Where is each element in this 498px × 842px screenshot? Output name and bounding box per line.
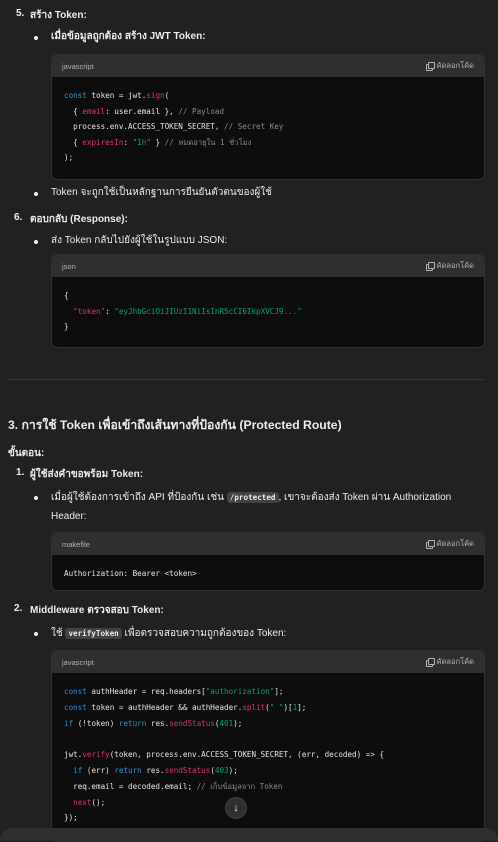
copy-icon [425,62,435,71]
code-block: javascript คัดลอกโค้ด const token = jwt.… [51,54,485,180]
code-language-label: javascript [62,657,94,667]
copy-code-button[interactable]: คัดลอกโค้ด [425,656,474,668]
code-block: json คัดลอกโค้ด { "token": "eyJhbGciOiJI… [51,254,485,348]
copy-icon [425,540,435,549]
code-block: makefile คัดลอกโค้ด Authorization: Beare… [51,532,485,591]
code-language-label: json [62,261,76,271]
code-header: makefile คัดลอกโค้ด [52,533,484,555]
bullet-dot [34,36,38,40]
copy-code-label: คัดลอกโค้ด [436,261,474,270]
bullet-text: ใช้ verifyToken เพื่อตรวจสอบความถูกต้องข… [51,628,287,639]
code-header: javascript คัดลอกโค้ด [52,55,484,77]
copy-icon [425,262,435,271]
code-content: Authorization: Bearer <token> [64,569,197,578]
step-title: ตอบกลับ (Response): [30,214,128,225]
bullet-text: เมื่อผู้ใช้ต้องการเข้าถึง API ที่ป้องกัน… [51,492,452,503]
section-divider [8,379,483,380]
bullet-text: ส่ง Token กลับไปยังผู้ใช้ในรูปแบบ JSON: [51,235,228,246]
bullet-text-continued: Header: [51,511,87,522]
step-title: ผู้ใช้ส่งคำขอพร้อม Token: [30,469,144,480]
scroll-down-button[interactable]: ↓ [225,797,247,819]
code-header: javascript คัดลอกโค้ด [52,651,484,673]
copy-code-button[interactable]: คัดลอกโค้ด [425,260,474,272]
copy-icon [425,658,435,667]
copy-code-label: คัดลอกโค้ด [436,61,474,70]
bullet-dot [34,632,38,636]
copy-code-label: คัดลอกโค้ด [436,539,474,548]
bullet-dot [34,240,38,244]
bullet-dot [34,192,38,196]
code-content: const authHeader = req.headers["authoriz… [64,687,385,823]
step-title: Middleware ตรวจสอบ Token: [30,605,164,616]
code-language-label: javascript [62,61,94,71]
step-number: 1. [16,467,25,478]
step-number: 5. [16,8,25,19]
inline-code: verifyToken [65,628,122,639]
message-composer[interactable] [0,828,498,841]
section-heading: 3. การใช้ Token เพื่อเข้าถึงเส้นทางที่ป้… [8,418,342,432]
step-number: 6. [14,212,23,223]
copy-code-button[interactable]: คัดลอกโค้ด [425,60,474,72]
code-content: { "token": "eyJhbGciOiJIUzI1NiIsInR5cCI6… [64,291,302,331]
bullet-dot [34,496,38,500]
steps-label: ขั้นตอน: [8,448,45,459]
code-block: javascript คัดลอกโค้ด const authHeader =… [51,650,485,842]
code-header: json คัดลอกโค้ด [52,255,484,277]
code-content: const token = jwt.sign( { email: user.em… [64,91,284,162]
code-language-label: makefile [62,539,90,549]
bullet-text: Token จะถูกใช้เป็นหลักฐานการยืนยันตัวตนข… [51,187,272,198]
step-title: สร้าง Token: [30,10,87,21]
step-number: 2. [14,603,23,614]
bullet-text: เมื่อข้อมูลถูกต้อง สร้าง JWT Token: [51,31,206,42]
copy-code-label: คัดลอกโค้ด [436,657,474,666]
arrow-down-icon: ↓ [233,802,239,814]
inline-code: /protected [226,492,279,503]
copy-code-button[interactable]: คัดลอกโค้ด [425,538,474,550]
